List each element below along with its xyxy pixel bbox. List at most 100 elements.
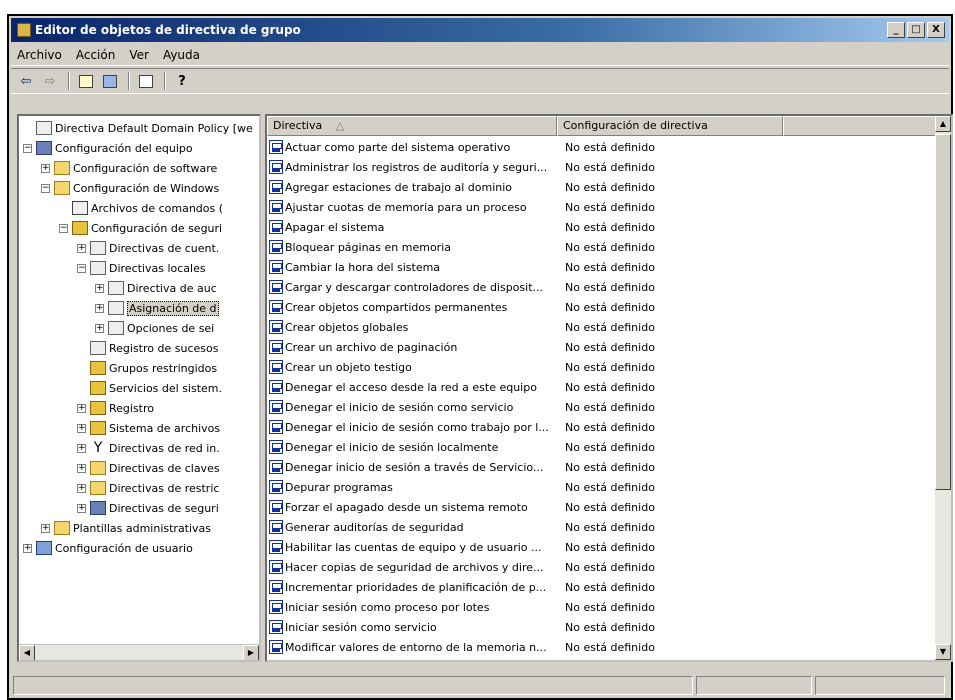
policy-row[interactable]: Forzar el apagado desde un sistema remot… bbox=[267, 497, 937, 517]
close-button[interactable]: X bbox=[927, 22, 945, 38]
collapse-icon[interactable]: − bbox=[77, 263, 86, 273]
tree-item-label: Directivas de seguri bbox=[109, 501, 219, 515]
tree-item[interactable]: + Opciones de sei bbox=[95, 318, 214, 338]
expand-icon[interactable]: + bbox=[41, 523, 50, 533]
policy-list[interactable]: Directiva △ Configuración de directiva A… bbox=[265, 114, 953, 662]
expand-icon[interactable]: + bbox=[77, 403, 86, 413]
expand-icon[interactable]: + bbox=[41, 163, 50, 173]
policy-row[interactable]: Hacer copias de seguridad de archivos y … bbox=[267, 557, 937, 577]
tree-horizontal-scrollbar[interactable]: ◀ ▶ bbox=[19, 644, 259, 660]
tree-item[interactable]: + Y Directivas de red in. bbox=[77, 438, 220, 458]
collapse-icon[interactable]: − bbox=[23, 143, 32, 153]
tree-item[interactable]: Registro de sucesos bbox=[77, 338, 218, 358]
scroll-thumb[interactable] bbox=[935, 134, 951, 490]
expand-icon[interactable]: + bbox=[95, 283, 104, 293]
tree-item[interactable]: − Directivas locales bbox=[77, 258, 206, 278]
policy-row[interactable]: Ajustar cuotas de memoria para un proces… bbox=[267, 197, 937, 217]
tree-item[interactable]: + Directivas de restric bbox=[77, 478, 219, 498]
column-header-configuracion[interactable]: Configuración de directiva bbox=[557, 116, 783, 136]
policy-row[interactable]: Generar auditorías de seguridad No está d… bbox=[267, 517, 937, 537]
tree-item[interactable]: + Directivas de claves bbox=[77, 458, 220, 478]
expand-icon[interactable]: + bbox=[77, 423, 86, 433]
tree-item[interactable]: + Asignación de d bbox=[95, 298, 219, 318]
expand-icon[interactable]: + bbox=[77, 483, 86, 493]
collapse-icon[interactable]: − bbox=[59, 223, 68, 233]
policy-row[interactable]: Iniciar sesión como servicio No está defi… bbox=[267, 617, 937, 637]
policy-row[interactable]: Iniciar sesión como proceso por lotes No … bbox=[267, 597, 937, 617]
expand-icon[interactable]: + bbox=[77, 443, 86, 453]
expand-icon[interactable]: + bbox=[23, 543, 32, 553]
policy-row[interactable]: Denegar el acceso desde la red a este eq… bbox=[267, 377, 937, 397]
menu-ayuda[interactable]: Ayuda bbox=[163, 48, 200, 62]
tree-item[interactable]: − Configuración de Windows bbox=[41, 178, 219, 198]
policy-row[interactable]: Modificar valores de entorno de la memor… bbox=[267, 637, 937, 657]
lock-icon bbox=[90, 401, 106, 415]
tree-item[interactable]: + Sistema de archivos bbox=[77, 418, 220, 438]
policy-row[interactable]: Cargar y descargar controladores de disp… bbox=[267, 277, 937, 297]
policy-row[interactable]: Crear un objeto testigo No está definido bbox=[267, 357, 937, 377]
tree-item[interactable]: + Plantillas administrativas bbox=[41, 518, 211, 538]
tree-item[interactable]: + Registro bbox=[77, 398, 154, 418]
export-list-icon[interactable] bbox=[135, 71, 157, 91]
tree-item[interactable]: Grupos restringidos bbox=[77, 358, 217, 378]
expand-icon[interactable]: + bbox=[77, 503, 86, 513]
expand-icon[interactable]: + bbox=[95, 303, 104, 313]
show-hide-tree-icon[interactable] bbox=[99, 71, 121, 91]
policy-row[interactable]: Depurar programas No está definido bbox=[267, 477, 937, 497]
policy-row[interactable]: Bloquear páginas en memoria No está defin… bbox=[267, 237, 937, 257]
tree-item[interactable]: Directiva Default Domain Policy [we bbox=[23, 118, 253, 138]
tree-item[interactable]: + Directiva de auc bbox=[95, 278, 217, 298]
tree-item[interactable]: Archivos de comandos ( bbox=[59, 198, 223, 218]
policy-row[interactable]: Denegar el inicio de sesión como servici… bbox=[267, 397, 937, 417]
computer-icon bbox=[90, 501, 106, 515]
collapse-icon[interactable]: − bbox=[41, 183, 50, 193]
back-arrow-icon[interactable]: ⇦ bbox=[15, 71, 37, 91]
policy-row[interactable]: Agregar estaciones de trabajo al dominio… bbox=[267, 177, 937, 197]
policy-row[interactable]: Apagar el sistema No está definido bbox=[267, 217, 937, 237]
policy-name: Hacer copias de seguridad de archivos y … bbox=[285, 560, 544, 574]
tree-item[interactable]: − Configuración del equipo bbox=[23, 138, 193, 158]
policy-setting-icon bbox=[269, 420, 283, 434]
menu-ver[interactable]: Ver bbox=[129, 48, 149, 62]
tree-item[interactable]: − Configuración de seguri bbox=[59, 218, 222, 238]
policy-setting-icon bbox=[269, 140, 283, 154]
policy-setting-icon bbox=[269, 200, 283, 214]
status-panel-3 bbox=[815, 676, 945, 695]
help-icon[interactable]: ? bbox=[171, 71, 193, 91]
policy-row[interactable]: Crear un archivo de paginación No está de… bbox=[267, 337, 937, 357]
menu-accion[interactable]: Acción bbox=[76, 48, 115, 62]
up-folder-icon[interactable] bbox=[75, 71, 97, 91]
policy-row[interactable]: Habilitar las cuentas de equipo y de usu… bbox=[267, 537, 937, 557]
tree-item[interactable]: Servicios del sistem. bbox=[77, 378, 222, 398]
list-vertical-scrollbar[interactable]: ▲ ▼ bbox=[935, 116, 951, 660]
tree-item[interactable]: + Directivas de seguri bbox=[77, 498, 219, 518]
policy-icon bbox=[108, 321, 124, 335]
maximize-button[interactable]: □ bbox=[907, 22, 925, 38]
menu-archivo[interactable]: Archivo bbox=[17, 48, 62, 62]
title-bar[interactable]: Editor de objetos de directiva de grupo … bbox=[11, 18, 949, 42]
tree-item[interactable]: + Configuración de usuario bbox=[23, 538, 193, 558]
expand-icon[interactable]: + bbox=[95, 323, 104, 333]
expand-icon[interactable]: + bbox=[77, 463, 86, 473]
expand-icon[interactable]: + bbox=[77, 243, 86, 253]
column-header-directiva[interactable]: Directiva △ bbox=[267, 116, 557, 136]
policy-row[interactable]: Incrementar prioridades de planificación… bbox=[267, 577, 937, 597]
forward-arrow-icon[interactable]: ⇨ bbox=[39, 71, 61, 91]
policy-row[interactable]: Denegar el inicio de sesión localmente No… bbox=[267, 437, 937, 457]
scroll-right-icon[interactable]: ▶ bbox=[243, 645, 259, 660]
minimize-button[interactable]: _ bbox=[887, 22, 905, 38]
scroll-down-icon[interactable]: ▼ bbox=[935, 644, 951, 660]
policy-row[interactable]: Cambiar la hora del sistema No está defin… bbox=[267, 257, 937, 277]
policy-row[interactable]: Crear objetos globales No está definido bbox=[267, 317, 937, 337]
policy-setting-icon bbox=[269, 400, 283, 414]
tree-item[interactable]: + Configuración de software bbox=[41, 158, 217, 178]
policy-row[interactable]: Crear objetos compartidos permanentes No … bbox=[267, 297, 937, 317]
scroll-left-icon[interactable]: ◀ bbox=[19, 645, 35, 660]
console-tree[interactable]: Directiva Default Domain Policy [we − Conf… bbox=[17, 114, 261, 662]
policy-row[interactable]: Denegar inicio de sesión a través de Ser… bbox=[267, 457, 937, 477]
policy-row[interactable]: Administrar los registros de auditoría y… bbox=[267, 157, 937, 177]
tree-item[interactable]: + Directivas de cuent. bbox=[77, 238, 219, 258]
scroll-up-icon[interactable]: ▲ bbox=[935, 116, 951, 132]
policy-row[interactable]: Denegar el inicio de sesión como trabajo… bbox=[267, 417, 937, 437]
policy-row[interactable]: Actuar como parte del sistema operativo N… bbox=[267, 137, 937, 157]
